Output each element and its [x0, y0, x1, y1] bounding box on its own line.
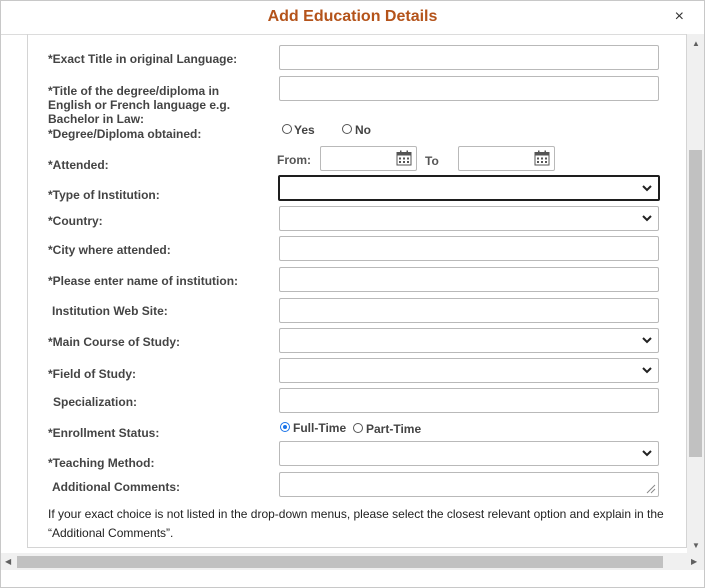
vertical-scroll-thumb[interactable] [689, 150, 702, 457]
degree-obtained-label: *Degree/Diploma obtained: [48, 127, 202, 141]
institution-name-input[interactable] [279, 267, 659, 292]
close-icon[interactable]: × [675, 8, 684, 26]
calendar-icon[interactable] [534, 150, 550, 166]
help-note: If your exact choice is not listed in th… [48, 507, 664, 540]
specialization-input[interactable] [279, 388, 659, 413]
add-education-dialog: Add Education Details × *Exact Title in … [0, 0, 705, 588]
degree-title-input[interactable] [279, 76, 659, 101]
field-study-label: *Field of Study: [48, 367, 136, 381]
comments-textarea[interactable] [279, 472, 659, 497]
city-label: *City where attended: [48, 243, 171, 257]
scroll-left-icon[interactable]: ◀ [5, 557, 11, 566]
dialog-title: Add Education Details [267, 8, 438, 25]
full-time-radio[interactable] [280, 422, 290, 432]
to-date-input[interactable] [458, 146, 555, 171]
scroll-up-icon[interactable]: ▲ [692, 39, 700, 48]
from-label: From: [277, 153, 311, 167]
degree-no-radio[interactable] [342, 124, 352, 134]
dialog-titlebar: Add Education Details × [1, 1, 704, 35]
degree-no-label: No [355, 123, 371, 137]
attended-label: *Attended: [48, 158, 109, 172]
country-select[interactable] [279, 206, 659, 231]
institution-name-label: *Please enter name of institution: [48, 274, 239, 288]
horizontal-scroll-thumb[interactable] [17, 556, 663, 568]
chevron-down-icon [642, 450, 652, 457]
scroll-right-icon[interactable]: ▶ [691, 557, 697, 566]
resize-grip-icon[interactable] [646, 484, 656, 494]
chevron-down-icon [642, 185, 652, 192]
city-input[interactable] [279, 236, 659, 261]
type-institution-label: *Type of Institution: [48, 188, 160, 202]
scroll-down-icon[interactable]: ▼ [692, 541, 700, 550]
exact-title-input[interactable] [279, 45, 659, 70]
calendar-icon[interactable] [396, 150, 412, 166]
chevron-down-icon [642, 367, 652, 374]
teaching-method-label: *Teaching Method: [48, 456, 155, 470]
website-label: Institution Web Site: [52, 304, 168, 318]
from-date-input[interactable] [320, 146, 417, 171]
comments-label: Additional Comments: [52, 480, 180, 494]
degree-title-label: *Title of the degree/diploma in English … [48, 84, 231, 126]
main-course-select[interactable] [279, 328, 659, 353]
degree-yes-radio[interactable] [282, 124, 292, 134]
to-label: To [425, 154, 439, 168]
chevron-down-icon [642, 215, 652, 222]
type-institution-select[interactable] [278, 175, 660, 201]
chevron-down-icon [642, 337, 652, 344]
specialization-label: Specialization: [53, 395, 138, 409]
degree-yes-label: Yes [294, 123, 315, 137]
country-label: *Country: [48, 214, 103, 228]
website-input[interactable] [279, 298, 659, 323]
enrollment-status-label: *Enrollment Status: [48, 426, 160, 440]
field-study-select[interactable] [279, 358, 659, 383]
main-course-label: *Main Course of Study: [48, 335, 181, 349]
part-time-label: Part-Time [366, 422, 422, 436]
teaching-method-select[interactable] [279, 441, 659, 466]
exact-title-label: *Exact Title in original Language: [48, 52, 238, 66]
part-time-radio[interactable] [353, 423, 363, 433]
full-time-label: Full-Time [293, 421, 347, 435]
